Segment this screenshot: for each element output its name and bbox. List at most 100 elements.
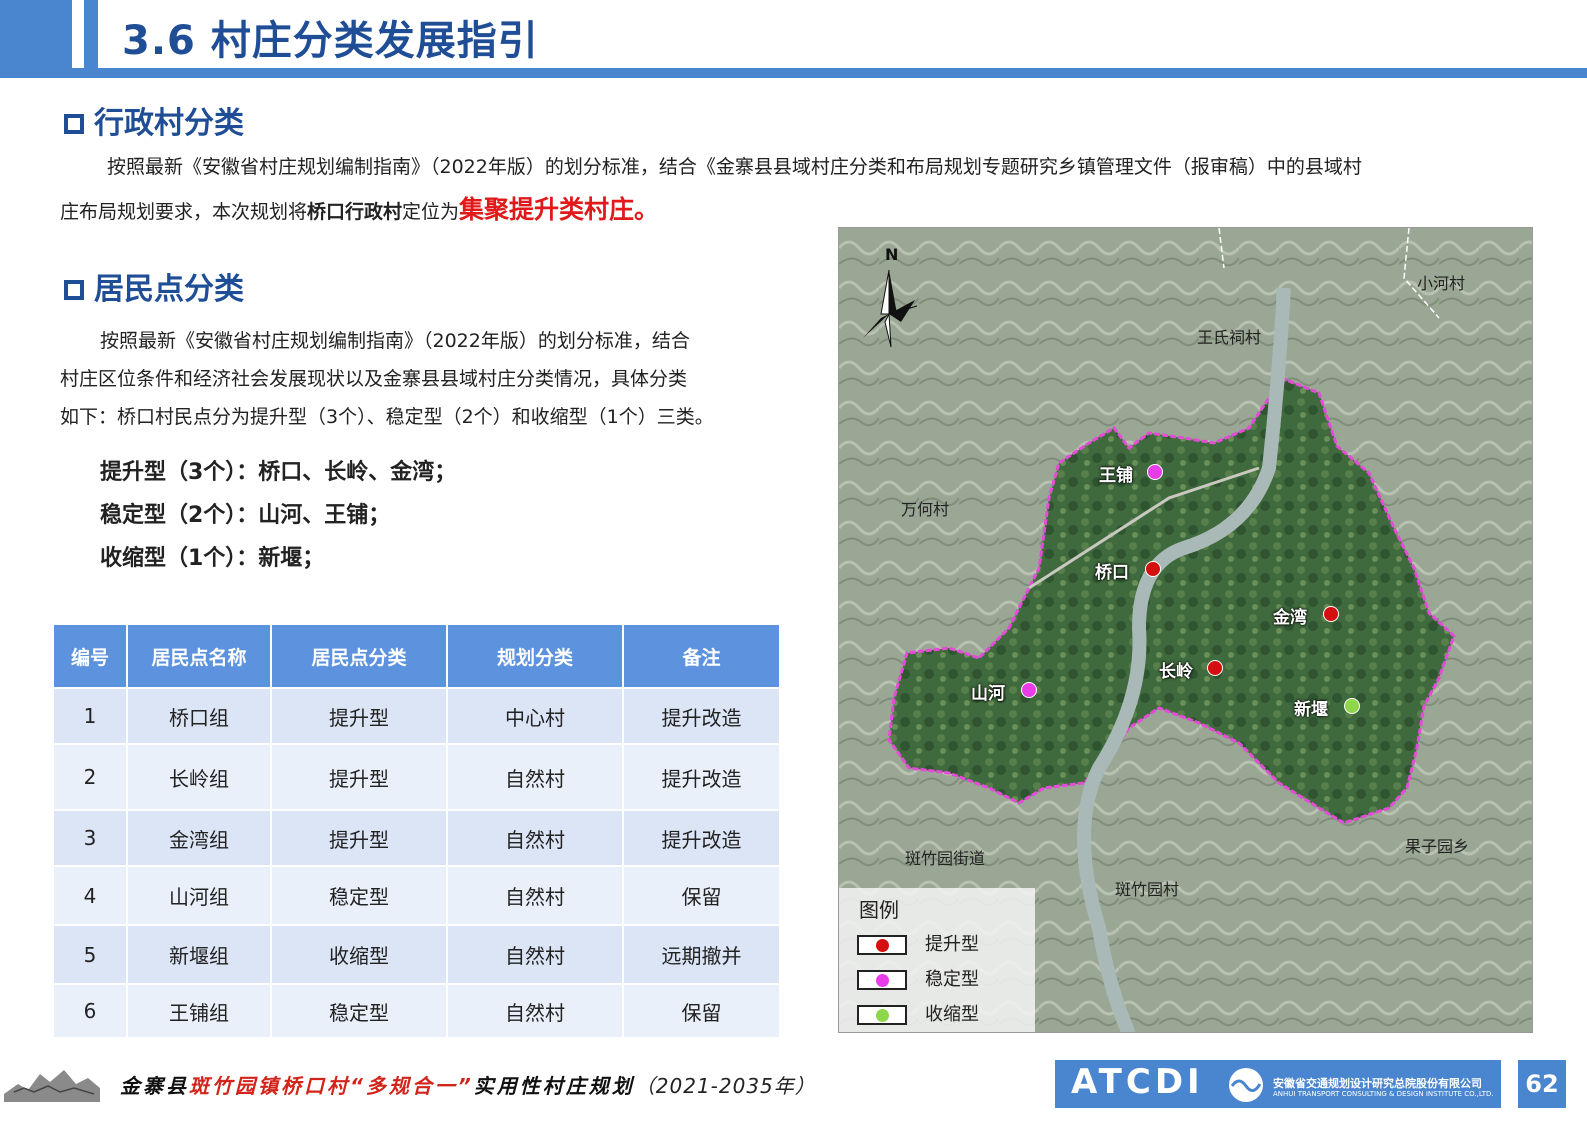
area-label: 万何村 (901, 500, 950, 519)
area-label: 小河村 (1417, 274, 1466, 293)
village-label: 金湾 (1273, 608, 1307, 628)
area-label: 斑竹园村 (1115, 880, 1180, 899)
table-cell: 5 (52, 924, 128, 985)
header-accent-block (0, 0, 72, 68)
table-cell: 自然村 (446, 924, 624, 985)
legend-label: 收缩型 (925, 1004, 979, 1025)
village-label: 长岭 (1159, 662, 1193, 682)
highlight-village: 桥口行政村 (307, 201, 403, 223)
village-marker-stable (1147, 464, 1163, 480)
footer-title-black: 实用性村庄规划 (473, 1074, 635, 1098)
village-label: 桥口 (1095, 563, 1129, 583)
text-run: 庄布局规划要求，本次规划将 (60, 201, 308, 223)
area-label: 王氏祠村 (1197, 328, 1262, 347)
table-cell: 提升型 (270, 809, 448, 867)
village-label: 新堰 (1294, 700, 1328, 720)
legend-item: 提升型 (857, 930, 979, 956)
area-label: 果子园乡 (1405, 837, 1470, 856)
table-cell: 1 (52, 687, 128, 745)
col-header: 居民点分类 (270, 623, 448, 689)
table-cell: 6 (52, 983, 128, 1039)
company-banner: ATCDI 安徽省交通规划设计研究总院股份有限公司 ANHUI TRANSPOR… (1055, 1060, 1501, 1108)
table-cell: 金湾组 (126, 809, 272, 867)
table-cell: 提升型 (270, 687, 448, 745)
table-cell: 3 (52, 809, 128, 867)
village-marker-shrink (1344, 698, 1360, 714)
col-header: 备注 (622, 623, 781, 689)
category-shrink: 收缩型（1个）：新堰； (100, 546, 325, 571)
footer-title-red: 斑竹园镇桥口村“多规合一” (189, 1074, 474, 1098)
footer-title: 金寨县斑竹园镇桥口村“多规合一”实用性村庄规划（2021-2035年） (120, 1070, 816, 1099)
table-cell: 自然村 (446, 809, 624, 867)
table-cell: 提升型 (270, 743, 448, 811)
north-label: N (885, 245, 898, 264)
table-cell: 中心村 (446, 687, 624, 745)
table-cell: 长岭组 (126, 743, 272, 811)
table-cell: 保留 (622, 865, 781, 926)
table-cell: 自然村 (446, 983, 624, 1039)
legend-label: 提升型 (925, 934, 979, 955)
satellite-map: N 小河村 王氏祠村 万何村 斑竹园街道 斑竹园村 果子园乡 王铺 桥口 金湾 … (838, 227, 1533, 1033)
village-marker-stable (1021, 682, 1037, 698)
page-header: 3.6 村庄分类发展指引 (0, 0, 1587, 78)
legend-item: 稳定型 (857, 965, 979, 991)
highlight-classification: 集聚提升类村庄。 (459, 195, 660, 224)
village-label: 王铺 (1099, 466, 1133, 486)
header-accent-stripe (84, 0, 98, 68)
area-label: 斑竹园街道 (905, 849, 986, 868)
text-run: 定位为 (402, 201, 460, 223)
section1-line1: 按照最新《安徽省村庄规划编制指南》（2022年版）的划分标准，结合《金寨县县域村… (107, 156, 1362, 178)
village-marker-upgrade (1145, 561, 1161, 577)
square-bullet-icon (64, 114, 84, 134)
landscape-sketch-image (4, 1070, 100, 1102)
table-cell: 远期撤并 (622, 924, 781, 985)
category-upgrade: 提升型（3个）：桥口、长岭、金湾； (100, 460, 457, 485)
map-legend: 图例 提升型 稳定型 收缩型 (839, 888, 1035, 1032)
section1-line2: 庄布局规划要求，本次规划将桥口行政村定位为集聚提升类村庄。 (60, 190, 659, 226)
village-marker-upgrade (1323, 606, 1339, 622)
table-cell: 王铺组 (126, 983, 272, 1039)
north-arrow-icon: N (863, 245, 918, 348)
table-cell: 保留 (622, 983, 781, 1039)
square-bullet-icon (64, 280, 84, 300)
table-cell: 提升改造 (622, 809, 781, 867)
page-title: 3.6 村庄分类发展指引 (122, 18, 539, 64)
table-row: 2 长岭组 提升型 自然村 提升改造 (52, 743, 781, 811)
page-number: 62 (1518, 1060, 1566, 1108)
table-cell: 稳定型 (270, 865, 448, 926)
table-cell: 山河组 (126, 865, 272, 926)
company-logo: ATCDI (1071, 1062, 1204, 1102)
table-cell: 提升改造 (622, 743, 781, 811)
table-cell: 自然村 (446, 865, 624, 926)
wave-logo-icon (1229, 1068, 1263, 1102)
legend-title: 图例 (859, 898, 899, 922)
legend-swatch (857, 935, 907, 955)
company-name-cn: 安徽省交通规划设计研究总院股份有限公司 (1273, 1077, 1482, 1090)
legend-label: 稳定型 (925, 969, 979, 990)
legend-swatch (857, 1005, 907, 1025)
table-row: 3 金湾组 提升型 自然村 提升改造 (52, 809, 781, 867)
table-cell: 4 (52, 865, 128, 926)
table-cell: 提升改造 (622, 687, 781, 745)
col-header: 规划分类 (446, 623, 624, 689)
table-cell: 新堰组 (126, 924, 272, 985)
table-cell: 2 (52, 743, 128, 811)
settlement-table: 编号 居民点名称 居民点分类 规划分类 备注 1 桥口组 提升型 中心村 提升改… (52, 623, 781, 1039)
section-heading-admin-village: 行政村分类 (64, 98, 244, 142)
section2-line1: 按照最新《安徽省村庄规划编制指南》（2022年版）的划分标准，结合 (100, 330, 690, 352)
header-rule (0, 68, 1587, 78)
footer-county: 金寨县 (120, 1074, 189, 1098)
col-header: 居民点名称 (126, 623, 272, 689)
section-heading-text: 行政村分类 (94, 106, 244, 141)
table-row: 6 王铺组 稳定型 自然村 保留 (52, 983, 781, 1039)
table-cell: 收缩型 (270, 924, 448, 985)
table-cell: 桥口组 (126, 687, 272, 745)
section-heading-settlement: 居民点分类 (64, 264, 244, 308)
col-header: 编号 (52, 623, 128, 689)
table-row: 1 桥口组 提升型 中心村 提升改造 (52, 687, 781, 745)
table-cell: 稳定型 (270, 983, 448, 1039)
section2-line3: 如下：桥口村民点分为提升型（3个）、稳定型（2个）和收缩型（1个）三类。 (60, 406, 714, 428)
company-name-en: ANHUI TRANSPORT CONSULTING & DESIGN INST… (1273, 1090, 1494, 1098)
table-cell: 自然村 (446, 743, 624, 811)
category-stable: 稳定型（2个）：山河、王铺； (100, 503, 391, 528)
